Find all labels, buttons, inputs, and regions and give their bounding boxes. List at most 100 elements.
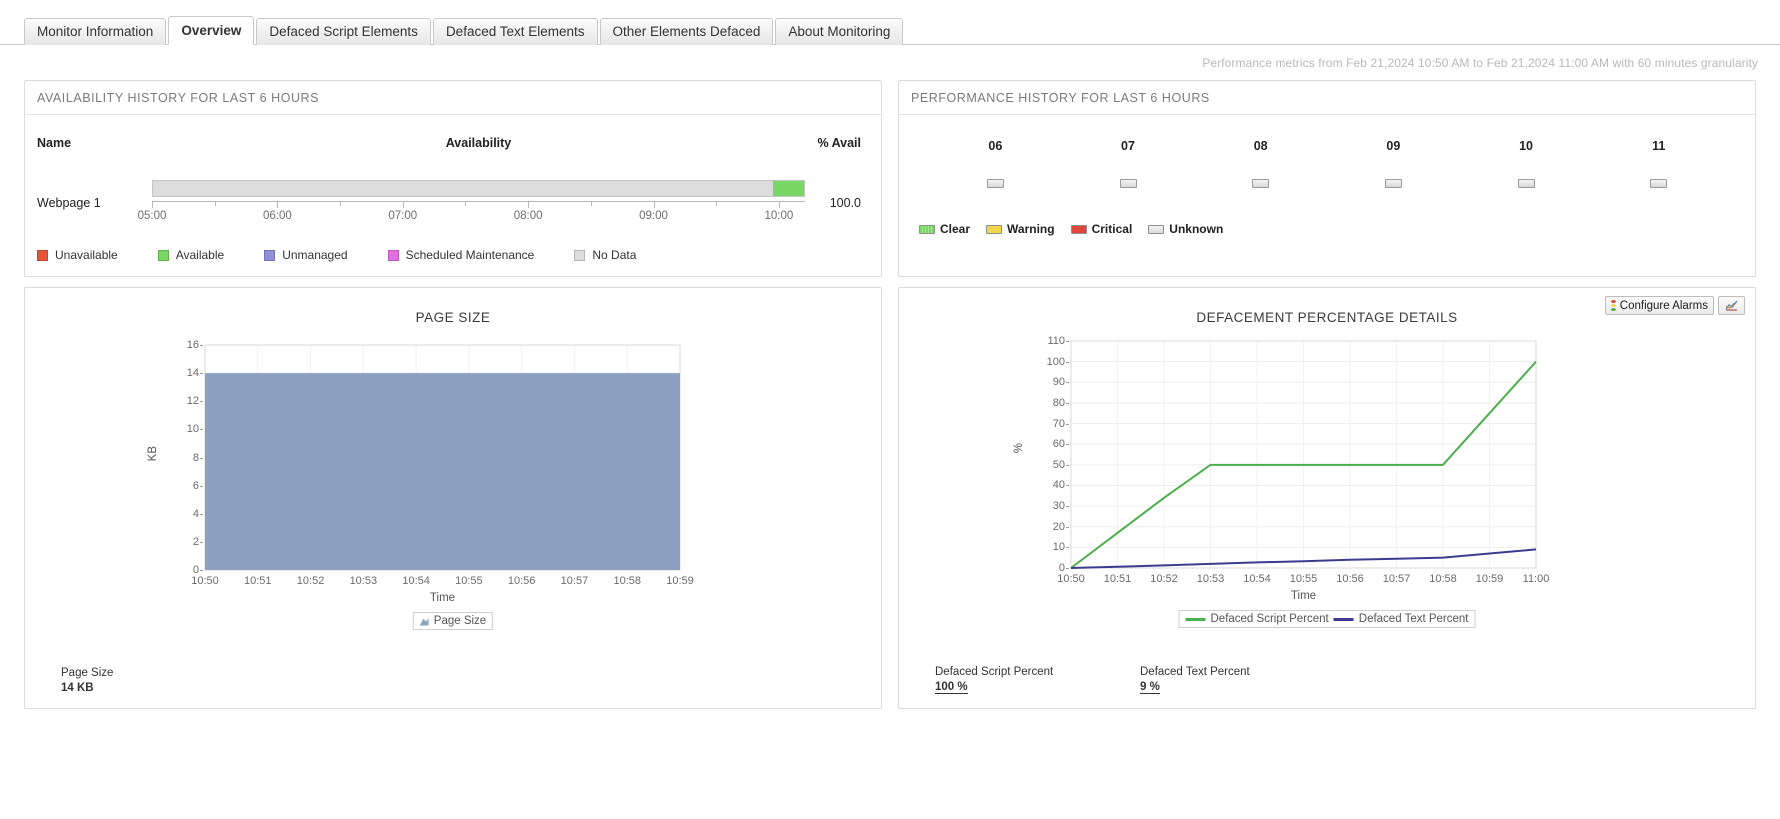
legend-label: Available <box>175 248 225 262</box>
availability-bar[interactable] <box>152 180 805 197</box>
legend-swatch <box>37 249 48 261</box>
configure-alarms-button[interactable]: Configure Alarms <box>1604 296 1714 315</box>
x-axis-tick-label: 10:52 <box>296 575 325 587</box>
x-axis-tick-label: 10:54 <box>402 575 430 587</box>
availability-table-header: Name Availability % Avail <box>37 127 869 156</box>
tab-defaced-script-elements[interactable]: Defaced Script Elements <box>256 18 431 45</box>
footer-stat-value: 14 KB <box>61 682 94 694</box>
footer-stat-value[interactable]: 100 % <box>935 681 968 694</box>
legend-entry[interactable]: Defaced Text Percent <box>1333 613 1469 625</box>
performance-hour-label: 11 <box>1652 139 1666 153</box>
tab-other-elements-defaced[interactable]: Other Elements Defaced <box>599 18 774 45</box>
tab-overview[interactable]: Overview <box>168 16 255 45</box>
x-axis-tick-label: 10:56 <box>1336 573 1364 585</box>
y-axis-tick-label: 10 <box>1031 541 1069 553</box>
percent-avail-value: 100.0 <box>829 196 861 210</box>
axis-tick <box>465 202 467 206</box>
status-badge <box>986 179 1004 188</box>
x-axis-tick-label: 10:50 <box>191 575 219 587</box>
tab-strip: Monitor Information Overview Defaced Scrip… <box>0 0 1780 45</box>
legend-label: Critical <box>1091 222 1133 236</box>
series-area-page-size <box>205 373 680 570</box>
tab-monitor-information[interactable]: Monitor Information <box>24 18 167 45</box>
availability-segment-available <box>772 181 804 196</box>
chart-export-icon-button[interactable] <box>1718 296 1745 315</box>
tab-about-monitoring[interactable]: About Monitoring <box>775 18 904 45</box>
chart-legend[interactable]: Page Size <box>412 612 494 630</box>
plot-area: KB 0 2 4 6 8 10 12 14 16 10:50 10:51 10:52 10:53 10:54… <box>25 331 881 630</box>
axis-tick <box>214 202 216 206</box>
x-axis-tick-label: 10:59 <box>666 575 694 587</box>
availability-axis-labels: 05:00 06:00 07:00 08:00 09:00 10:00 <box>138 210 805 226</box>
axis-tick <box>528 202 530 208</box>
y-axis-tick-label: 30 <box>1031 500 1069 512</box>
performance-legend: Clear Warning Critical Unknown <box>911 222 1743 236</box>
x-axis-tick-label: 10:57 <box>560 575 589 587</box>
column-header-availability: Availability <box>445 136 512 150</box>
legend-entry[interactable]: Page Size <box>419 615 487 627</box>
performance-status-boxes <box>911 175 1743 193</box>
footer-stat: Defaced Script Percent 100 % <box>935 666 1140 694</box>
performance-status-cell[interactable] <box>1062 175 1195 193</box>
performance-status-cell[interactable] <box>929 175 1062 193</box>
performance-status-cell[interactable] <box>1194 175 1327 193</box>
chart-legend[interactable]: Defaced Script Percent Defaced Text Perce… <box>1178 610 1476 628</box>
defacement-footer: Defaced Script Percent 100 % Defaced Text … <box>899 666 1755 694</box>
y-axis-tick-label: 10 <box>165 423 203 435</box>
x-axis-tick-label: 10:58 <box>613 575 641 587</box>
legend-label: Unknown <box>1169 222 1224 236</box>
legend-series-label: Defaced Text Percent <box>1358 613 1469 625</box>
x-axis-tick-label: 10:55 <box>1289 573 1318 585</box>
axis-tick <box>152 202 153 208</box>
footer-stat-label: Defaced Script Percent <box>935 666 1054 678</box>
axis-tick-label: 10:00 <box>764 210 794 222</box>
defacement-chart-panel: Configure Alarms DEFACEMENT PERCENTAGE D… <box>898 287 1756 709</box>
availability-legend: Unavailable Available Unmanaged Scheduled M… <box>37 248 869 262</box>
availability-panel-title: AVAILABILITY HISTORY FOR LAST 6 HOURS <box>25 81 881 115</box>
footer-stat-label: Defaced Text Percent <box>1140 666 1250 678</box>
tab-defaced-text-elements[interactable]: Defaced Text Elements <box>432 18 598 45</box>
legend-label: Unavailable <box>55 248 118 262</box>
availability-panel-body: Name Availability % Avail Webpage 1 05:0… <box>25 115 881 276</box>
performance-status-cell[interactable] <box>1327 175 1460 193</box>
performance-status-cell[interactable] <box>1460 175 1593 193</box>
legend-item: Clear <box>919 222 970 236</box>
legend-series-label: Page Size <box>433 615 487 627</box>
axis-tick-label: 07:00 <box>388 210 418 222</box>
legend-swatch <box>574 249 586 261</box>
y-axis-tick-label: 80 <box>1031 397 1069 409</box>
y-axis-tick-label: 20 <box>1031 521 1069 533</box>
x-axis-tick-label: 10:56 <box>507 575 536 587</box>
plot-area: % 0 10 20 30 40 50 60 70 80 90 100 110 10:50 10:51 10:5… <box>899 331 1755 628</box>
legend-item: Scheduled Maintenance <box>387 248 534 262</box>
metrics-time-range-note: Performance metrics from Feb 21,2024 10:… <box>1202 56 1758 70</box>
x-axis-tick-label: 10:53 <box>349 575 378 587</box>
axis-tick <box>716 202 718 206</box>
legend-area-marker <box>419 617 429 626</box>
chart-svg <box>1070 340 1537 569</box>
performance-status-cell[interactable] <box>1592 175 1725 193</box>
performance-hour-labels: 06 07 08 09 10 11 <box>911 139 1743 153</box>
legend-swatch <box>1070 224 1087 234</box>
y-axis-tick-label: 40 <box>1031 479 1069 491</box>
axis-tick <box>340 202 342 206</box>
chart-panels-row: PAGE SIZE KB 0 2 4 6 8 10 12 14 16 10:50 10:51 10:52… <box>0 287 1780 709</box>
x-axis-label: Time <box>429 592 456 604</box>
legend-swatch <box>919 224 935 234</box>
performance-hour-label: 06 <box>988 139 1003 153</box>
legend-item: Critical <box>1070 222 1133 236</box>
x-axis-tick-label: 10:51 <box>244 575 272 587</box>
y-axis-tick-label: 50 <box>1031 459 1069 471</box>
footer-stat: Defaced Text Percent 9 % <box>1140 666 1345 694</box>
configure-alarms-label: Configure Alarms <box>1619 299 1708 312</box>
legend-item: Warning <box>986 222 1055 236</box>
page-size-footer: Page Size 14 KB <box>25 667 881 694</box>
footer-stat-label: Page Size <box>61 667 114 679</box>
performance-panel-title: PERFORMANCE HISTORY FOR LAST 6 HOURS <box>899 81 1755 115</box>
footer-stat-value[interactable]: 9 % <box>1140 681 1160 694</box>
legend-entry[interactable]: Defaced Script Percent <box>1185 613 1329 625</box>
y-axis-tick-label: 14 <box>165 367 203 379</box>
table-row[interactable]: Webpage 1 05:00 06:00 07:00 08:00 09:00 10:00… <box>37 156 869 226</box>
y-axis-tick-label: 100 <box>1031 356 1069 368</box>
performance-hour-label: 08 <box>1253 139 1268 153</box>
